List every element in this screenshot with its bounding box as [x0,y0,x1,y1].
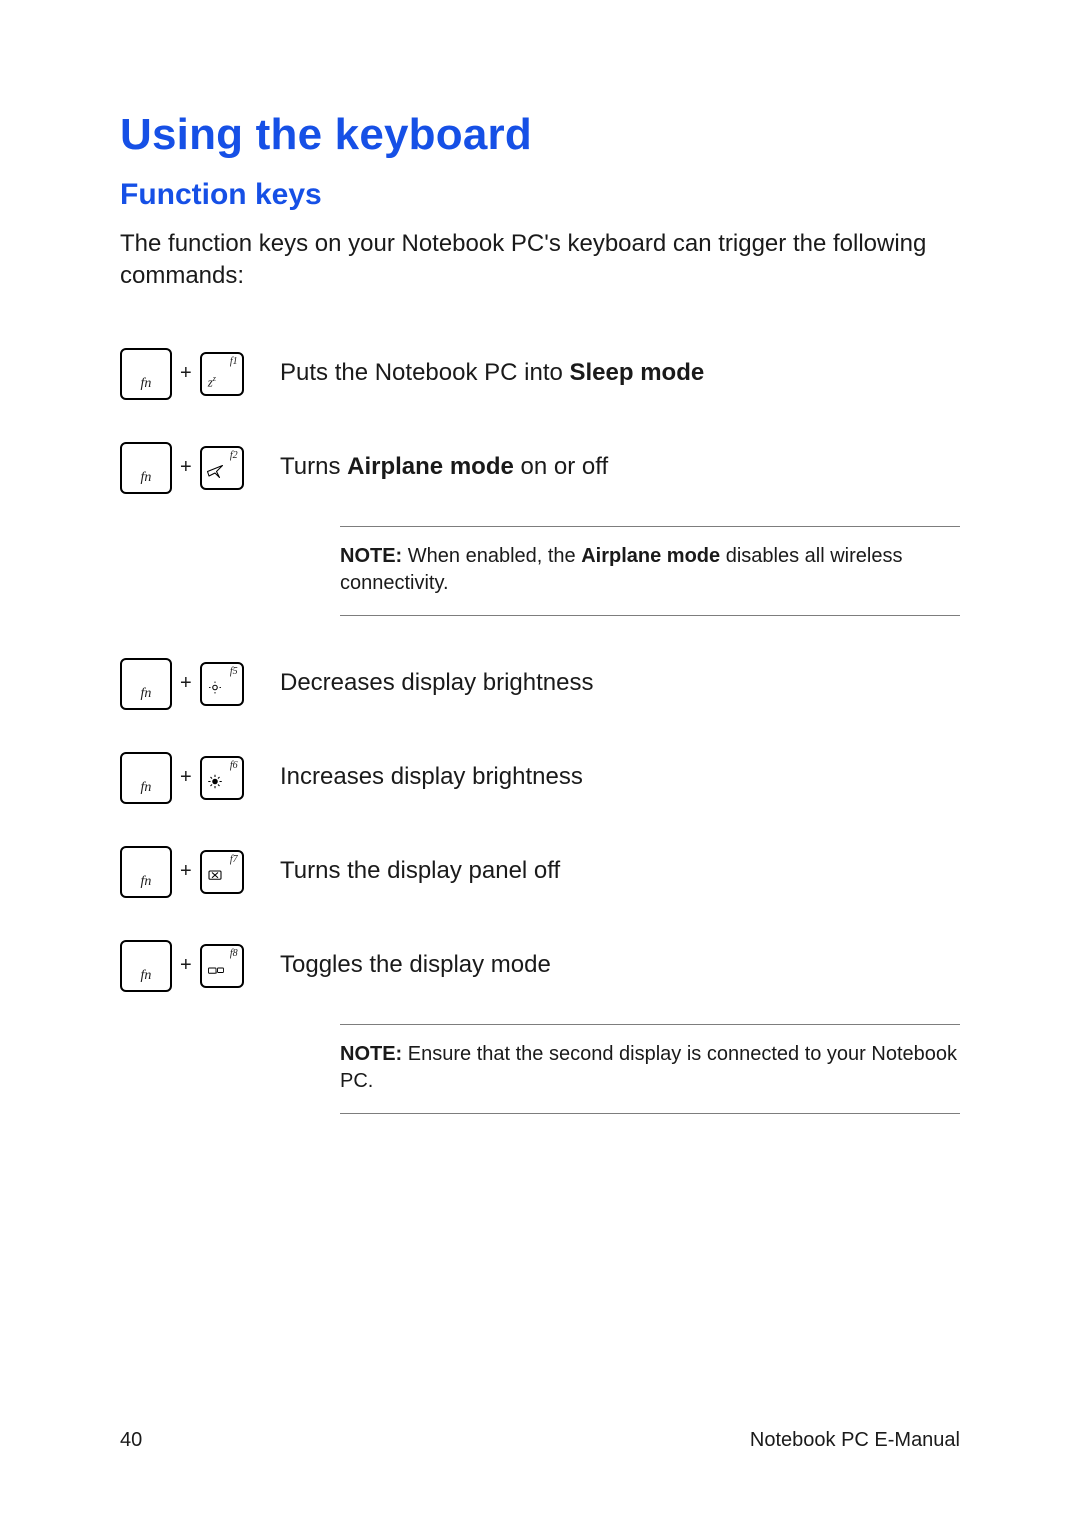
key-combo: fn + f2 [120,442,280,494]
note-body: When enabled, the [402,545,581,567]
plus-sign: + [180,672,192,695]
brightness-down-icon [206,677,230,701]
f-number-label: f6 [230,760,238,771]
plus-sign: + [180,954,192,977]
f6-description: Increases display brightness [280,763,583,792]
section-heading: Function keys [120,178,960,212]
intro-text: The function keys on your Notebook PC's … [120,228,960,293]
fn-key: fn [120,940,172,992]
f7-description: Turns the display panel off [280,857,560,886]
key-combo: fn + f7 [120,846,280,898]
fn-f6-row: fn + f6 Increases display brightness [120,752,960,804]
sleep-icon: zz [206,367,232,391]
desc-text: Puts the Notebook PC into [280,359,570,386]
fn-key: fn [120,752,172,804]
manual-page: Using the keyboard Function keys The fun… [0,0,1080,1522]
plus-sign: + [180,456,192,479]
f1-description: Puts the Notebook PC into Sleep mode [280,359,704,388]
key-combo: fn + f5 [120,658,280,710]
f-number-label: f5 [230,666,238,677]
fn-key: fn [120,442,172,494]
f8-key: f8 / [200,944,244,988]
note-text: NOTE: Ensure that the second display is … [340,1025,960,1113]
display-off-icon [206,865,230,889]
page-footer: 40 Notebook PC E-Manual [120,1429,960,1452]
fn-f5-row: fn + f5 Decreases display brightness [120,658,960,710]
fn-f1-row: fn + f1 zz Puts the Notebook PC into Sle… [120,348,960,400]
desc-bold: Airplane mode [347,453,514,480]
airplane-note: NOTE: When enabled, the Airplane mode di… [340,526,960,616]
page-number: 40 [120,1429,142,1452]
note-bold: Airplane mode [581,545,720,567]
f8-description: Toggles the display mode [280,951,551,980]
brightness-up-icon [206,771,230,795]
fn-key: fn [120,846,172,898]
desc-text: Turns [280,453,347,480]
f2-description: Turns Airplane mode on or off [280,453,608,482]
f-number-label: f7 [230,854,238,865]
desc-text: on or off [514,453,608,480]
f2-key: f2 [200,446,244,490]
fn-f8-row: fn + f8 / Toggles the display mode [120,940,960,992]
airplane-icon [206,461,230,485]
f-number-label: f2 [230,450,238,461]
f7-key: f7 [200,850,244,894]
fn-key: fn [120,658,172,710]
plus-sign: + [180,860,192,883]
desc-bold: Sleep mode [570,359,705,386]
f-number-label: f8 [230,948,238,959]
display-toggle-icon: / [206,959,230,983]
plus-sign: + [180,766,192,789]
plus-sign: + [180,362,192,385]
page-heading: Using the keyboard [120,110,960,160]
fn-f2-row: fn + f2 Turns Airplane mode on or off [120,442,960,494]
key-combo: fn + f6 [120,752,280,804]
fn-f7-row: fn + f7 Turns the display panel off [120,846,960,898]
key-combo: fn + f8 / [120,940,280,992]
note-text: NOTE: When enabled, the Airplane mode di… [340,527,960,615]
note-label: NOTE: [340,1043,402,1065]
fn-key: fn [120,348,172,400]
note-label: NOTE: [340,545,402,567]
key-combo: fn + f1 zz [120,348,280,400]
manual-title: Notebook PC E-Manual [750,1429,960,1452]
f1-key: f1 zz [200,352,244,396]
f6-key: f6 [200,756,244,800]
f-number-label: f1 [230,356,238,367]
display-note: NOTE: Ensure that the second display is … [340,1024,960,1114]
f5-key: f5 [200,662,244,706]
note-body: Ensure that the second display is connec… [340,1043,957,1092]
f5-description: Decreases display brightness [280,669,594,698]
